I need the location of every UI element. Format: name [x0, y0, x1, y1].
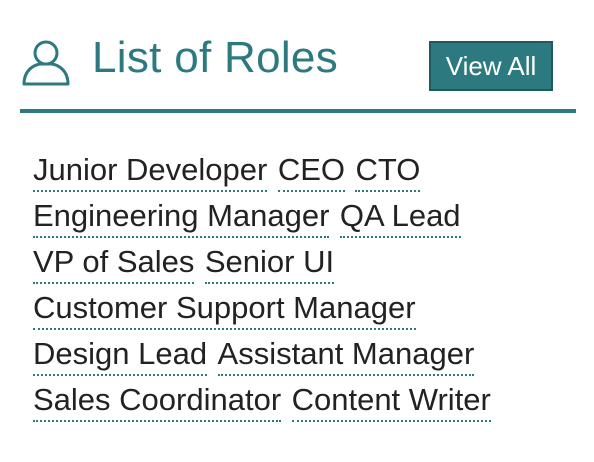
roles-row: Design Lead Assistant Manager	[33, 334, 573, 380]
role-link-senior-ui[interactable]: Senior UI	[204, 242, 335, 284]
role-link-vp-of-sales[interactable]: VP of Sales	[33, 242, 195, 284]
role-link-customer-support-manager[interactable]: Customer Support Manager	[33, 288, 416, 330]
role-link-assistant-manager[interactable]: Assistant Manager	[217, 334, 475, 376]
page-title: List of Roles	[92, 33, 339, 82]
roles-list: Junior Developer CEO CTO Engineering Man…	[33, 150, 573, 426]
panel-header: List of Roles View All	[20, 22, 576, 112]
user-icon	[20, 36, 72, 88]
role-link-cto[interactable]: CTO	[355, 150, 421, 192]
roles-row: Sales Coordinator Content Writer	[33, 380, 573, 426]
role-link-junior-developer[interactable]: Junior Developer	[33, 150, 268, 192]
role-link-sales-coordinator[interactable]: Sales Coordinator	[33, 380, 282, 422]
role-link-ceo[interactable]: CEO	[277, 150, 345, 192]
roles-row: Junior Developer CEO CTO	[33, 150, 573, 196]
roles-panel: List of Roles View All Junior Developer …	[0, 0, 594, 462]
view-all-button[interactable]: View All	[429, 41, 553, 91]
role-link-qa-lead[interactable]: QA Lead	[339, 196, 461, 238]
roles-row: Engineering Manager QA Lead	[33, 196, 573, 242]
header-divider	[20, 109, 576, 113]
role-link-design-lead[interactable]: Design Lead	[33, 334, 208, 376]
roles-row: Customer Support Manager	[33, 288, 573, 334]
role-link-engineering-manager[interactable]: Engineering Manager	[33, 196, 330, 238]
roles-row: VP of Sales Senior UI	[33, 242, 573, 288]
role-link-content-writer[interactable]: Content Writer	[291, 380, 491, 422]
